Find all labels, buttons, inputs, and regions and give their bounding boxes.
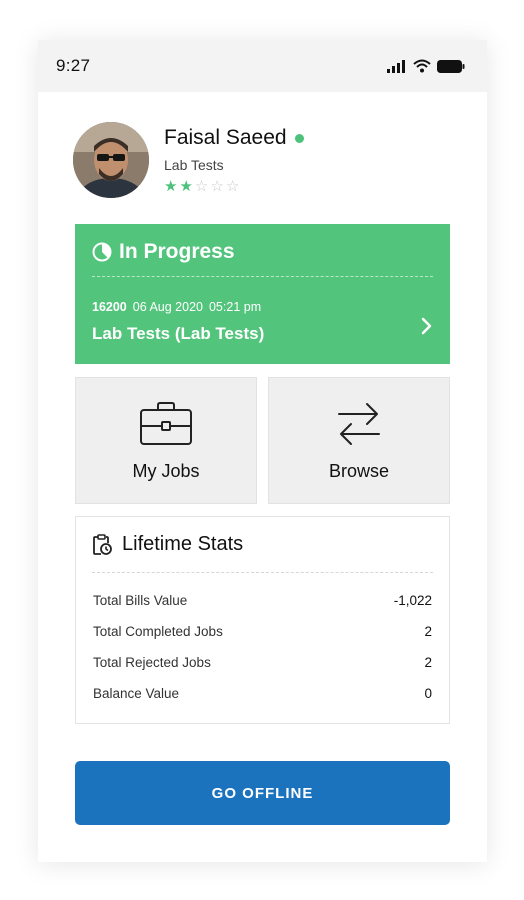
divider: [92, 572, 433, 573]
stats-title: Lifetime Stats: [122, 533, 244, 555]
star-filled-icon: ★: [179, 178, 193, 195]
browse-tile[interactable]: Browse: [268, 377, 450, 504]
signal-icon: [387, 59, 405, 73]
browse-label: Browse: [328, 461, 390, 481]
online-status-dot: [294, 133, 304, 143]
tile-icon-wrap: [269, 400, 449, 448]
wifi-icon: [413, 59, 431, 73]
go-offline-button[interactable]: GO OFFLINE: [75, 761, 450, 825]
status-icons: [387, 59, 465, 73]
stats-row: Total Rejected Jobs 2: [93, 655, 432, 686]
stats-row-value: 2: [424, 624, 432, 639]
status-time: 9:27: [56, 56, 91, 75]
divider: [92, 276, 433, 277]
job-time: 05:21 pm: [208, 300, 262, 314]
star-empty-icon: ☆: [225, 178, 240, 195]
profile-name: Faisal Saeed: [164, 126, 287, 149]
stats-list: Total Bills Value -1,022 Total Completed…: [93, 593, 432, 717]
in-progress-title: In Progress: [119, 240, 235, 263]
stats-row: Balance Value 0: [93, 686, 432, 717]
stats-row-label: Total Bills Value: [93, 593, 188, 608]
stats-row-label: Total Rejected Jobs: [93, 655, 211, 670]
status-bar: 9:27: [38, 40, 487, 92]
briefcase-icon: [140, 402, 192, 445]
job-date: 06 Aug 2020: [132, 300, 203, 314]
my-jobs-label: My Jobs: [132, 461, 200, 481]
phone-screen: 9:27 Faisal Saeed Lab Tests ★ ★ ☆ ☆ ☆ In…: [38, 40, 487, 862]
stats-row-value: 0: [424, 686, 432, 701]
clipboard-clock-icon: [93, 533, 112, 555]
tile-icon-wrap: [76, 400, 256, 448]
stats-row: Total Bills Value -1,022: [93, 593, 432, 624]
stats-row-value: -1,022: [393, 593, 432, 608]
star-filled-icon: ★: [164, 178, 178, 195]
in-progress-card[interactable]: In Progress 16200 06 Aug 2020 05:21 pm L…: [75, 224, 450, 364]
star-empty-icon: ☆: [194, 178, 209, 195]
avatar-photo: [73, 122, 149, 198]
progress-pie-icon: [92, 242, 112, 262]
job-title: Lab Tests (Lab Tests): [92, 324, 265, 343]
in-progress-header: In Progress: [92, 240, 235, 264]
profile-name-row: Faisal Saeed: [164, 126, 304, 150]
stats-row-label: Balance Value: [93, 686, 180, 701]
lifetime-stats-card: Lifetime Stats Total Bills Value -1,022 …: [75, 516, 450, 724]
swap-arrows-icon: [338, 403, 380, 445]
stats-row-value: 2: [424, 655, 432, 670]
battery-icon: [437, 59, 465, 73]
job-meta: 16200 06 Aug 2020 05:21 pm: [92, 300, 261, 314]
my-jobs-tile[interactable]: My Jobs: [75, 377, 257, 504]
star-empty-icon: ☆: [210, 178, 224, 195]
rating-stars: ★ ★ ☆ ☆ ☆: [164, 179, 239, 194]
stats-row: Total Completed Jobs 2: [93, 624, 432, 655]
chevron-right-icon[interactable]: [420, 316, 434, 336]
profile-role: Lab Tests: [164, 157, 224, 173]
job-id: 16200: [92, 300, 127, 314]
avatar[interactable]: [73, 122, 149, 198]
stats-row-label: Total Completed Jobs: [93, 624, 223, 639]
stats-header: Lifetime Stats: [92, 533, 243, 556]
